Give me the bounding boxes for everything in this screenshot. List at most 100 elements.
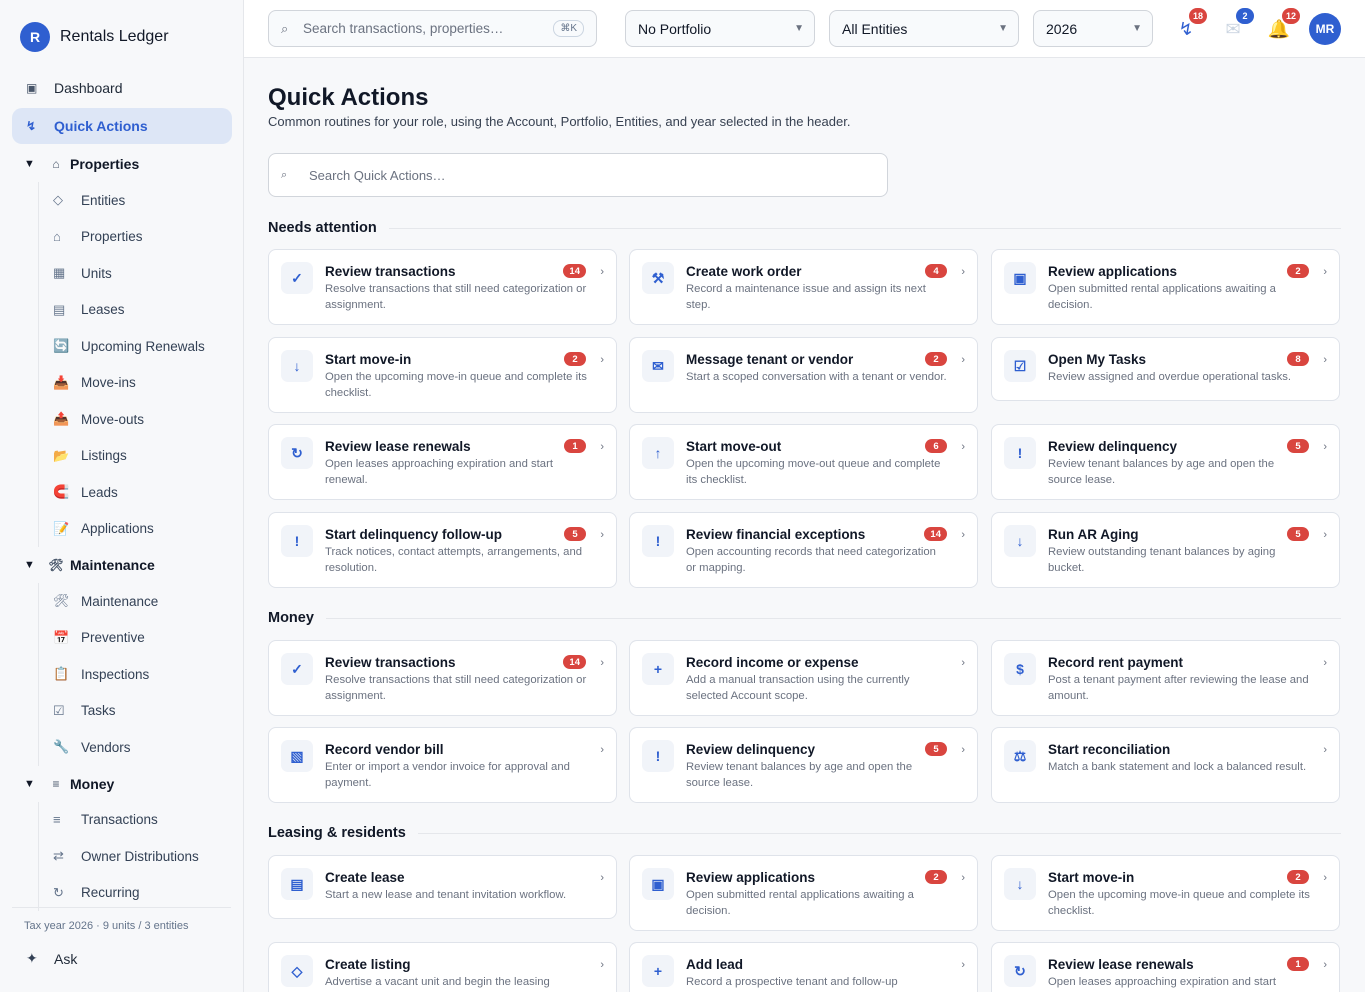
sidebar-item-leases[interactable]: ▤ Leases [39,292,232,329]
list-icon: ≡ [53,812,61,828]
chevron-down-icon: ▼ [998,23,1008,34]
sidebar-item-recurring[interactable]: ↻ Recurring [39,875,232,912]
chevron-right-icon: › [961,529,965,541]
money-icon: ≡ [52,776,60,791]
chevron-right-icon: › [961,354,965,366]
divider [417,832,1341,834]
card-description: Open leases approaching expiration and s… [1048,976,1276,988]
wrench-icon: 🔧 [53,739,70,755]
sidebar-item-tasks[interactable]: ☑ Tasks [39,693,232,730]
check-icon: ✓ [281,262,313,294]
quick-action-card[interactable]: ☑ Open My Tasks Review assigned and overdu… [991,337,1340,401]
scale-icon: ⚖ [1004,740,1036,772]
sidebar-item-leads[interactable]: 🧲 Leads [39,474,232,511]
chevron-right-icon: › [1323,441,1327,453]
sidebar-item-move-ins[interactable]: 📥 Move-ins [39,365,232,402]
arrow-down-icon: ↓ [281,350,313,382]
card-title: Review lease renewals [1048,957,1194,972]
quick-action-card[interactable]: ↓ Start move-in Open the upcoming move-in … [991,855,1340,931]
card-description: Match a bank statement and lock a balanc… [1048,761,1307,773]
count-badge: 14 [563,264,586,278]
sidebar-item-label: Entities [81,192,126,208]
chevron-right-icon: › [600,744,604,756]
sidebar-item-vendors[interactable]: 🔧 Vendors [39,729,232,766]
entities-select[interactable]: All Entities ▼ [829,10,1019,47]
sidebar-item-listings[interactable]: 📂 Listings [39,438,232,475]
card-title: Create lease [325,870,405,885]
quick-action-card[interactable]: ! Start delinquency follow-up Track notice… [268,512,617,588]
quick-action-card[interactable]: ↓ Start move-in Open the upcoming move-in … [268,337,617,413]
sidebar-item-upcoming-renewals[interactable]: 🔄 Upcoming Renewals [39,328,232,365]
sidebar-item-quick-actions[interactable]: ↯ Quick Actions [12,108,232,144]
calendar-icon: 📅 [53,629,70,645]
sidebar-item-properties[interactable]: ⌂ Properties [39,219,232,256]
section-title: Leasing & residents [268,825,406,841]
quick-action-card[interactable]: ↓ Run AR Aging Review outstanding tenant b… [991,512,1340,588]
section-header: Needs attention [268,220,1341,236]
notification-badge: 2 [1236,8,1254,24]
sidebar-item-applications[interactable]: 📝 Applications [39,511,232,548]
quick-action-card[interactable]: ↻ Review lease renewals Open leases approa… [268,424,617,500]
section-title: Money [268,610,314,626]
quick-action-card[interactable]: + Add lead Record a prospective tenant and… [629,942,978,992]
sidebar-item-units[interactable]: ▦ Units [39,255,232,292]
quick-action-card[interactable]: ▣ Review applications Open submitted renta… [991,249,1340,325]
top-header: ⌕ Search transactions, properties… ⌘K No… [244,0,1365,58]
count-badge: 2 [564,352,586,366]
quick-action-card[interactable]: + Record income or expense Add a manual tr… [629,640,978,716]
sidebar-item-owner-distributions[interactable]: ⇄ Owner Distributions [39,838,232,875]
card-title: Review transactions [325,655,456,670]
quick-action-card[interactable]: ↻ Review lease renewals Open leases approa… [991,942,1340,992]
card-description: Open submitted rental applications await… [686,889,914,917]
quick-actions-search-input[interactable]: ⌕ Search Quick Actions… [268,153,888,197]
year-select[interactable]: 2026 ▼ [1033,10,1153,47]
sidebar-item-transactions[interactable]: ≡ Transactions [39,802,232,839]
quick-action-card[interactable]: ⚒ Create work order Record a maintenance i… [629,249,978,325]
card-description: Start a scoped conversation with a tenan… [686,371,947,383]
quick-action-card[interactable]: ! Review financial exceptions Open account… [629,512,978,588]
card-title: Record vendor bill [325,742,444,757]
chevron-right-icon: › [600,959,604,971]
quick-action-card[interactable]: ! Review delinquency Review tenant balance… [991,424,1340,500]
portfolio-select[interactable]: No Portfolio ▼ [625,10,815,47]
quick-action-card[interactable]: ▣ Review applications Open submitted renta… [629,855,978,931]
avatar[interactable]: MR [1309,13,1341,45]
page-title: Quick Actions [268,84,429,111]
chevron-right-icon: › [600,872,604,884]
ask-button[interactable]: ✦ Ask [26,950,77,967]
quick-action-card[interactable]: ↑ Start move-out Open the upcoming move-ou… [629,424,978,500]
sidebar-footer: Tax year 2026 · 9 units / 3 entities [12,907,231,932]
bill-icon: ▧ [281,740,313,772]
sidebar-item-entities[interactable]: ◇ Entities [39,182,232,219]
sidebar-group-money[interactable]: ▼ ≡ Money [12,766,232,802]
quick-action-card[interactable]: ◇ Create listing Advertise a vacant unit a… [268,942,617,992]
transfer-icon: ⇄ [53,848,64,864]
quick-action-card[interactable]: ✓ Review transactions Resolve transactions… [268,640,617,716]
quick-action-card[interactable]: ✉ Message tenant or vendor Start a scoped … [629,337,978,413]
card-description: Add a manual transaction using the curre… [686,674,910,702]
entities-value: All Entities [842,20,908,37]
quick-action-card[interactable]: ▧ Record vendor bill Enter or import a ven… [268,727,617,803]
card-description: Open the upcoming move-in queue and comp… [325,371,587,399]
global-search-input[interactable]: ⌕ Search transactions, properties… ⌘K [268,10,597,47]
sidebar-nav: ▣ Dashboard ↯ Quick Actions ▼ ⌂ Properties ◇ Ent… [12,70,232,911]
sidebar-item-move-outs[interactable]: 📤 Move-outs [39,401,232,438]
bell-button[interactable]: 🔔 12 [1266,8,1300,42]
sidebar-item-inspections[interactable]: 📋 Inspections [39,656,232,693]
sidebar-group-maintenance[interactable]: ▼ 🛠 Maintenance [12,547,232,583]
sidebar-item-maintenance[interactable]: 🛠 Maintenance [39,583,232,620]
sidebar-group-properties[interactable]: ▼ ⌂ Properties [12,146,232,182]
quick-action-card[interactable]: ✓ Review transactions Resolve transactions… [268,249,617,325]
sidebar-item-dashboard[interactable]: ▣ Dashboard [12,70,232,106]
alert-icon: ! [642,525,674,557]
brand[interactable]: R Rentals Ledger [20,22,169,52]
lightning-button[interactable]: ↯ 18 [1173,8,1207,42]
quick-action-card[interactable]: ▤ Create lease Start a new lease and tenan… [268,855,617,919]
alert-icon: ! [642,740,674,772]
quick-action-card[interactable]: ! Review delinquency Review tenant balance… [629,727,978,803]
plus-icon: + [642,955,674,987]
sidebar-item-preventive[interactable]: 📅 Preventive [39,620,232,657]
quick-action-card[interactable]: ⚖ Start reconciliation Match a bank statem… [991,727,1340,803]
mail-button[interactable]: ✉ 2 [1220,8,1254,42]
quick-action-card[interactable]: $ Record rent payment Post a tenant paymen… [991,640,1340,716]
